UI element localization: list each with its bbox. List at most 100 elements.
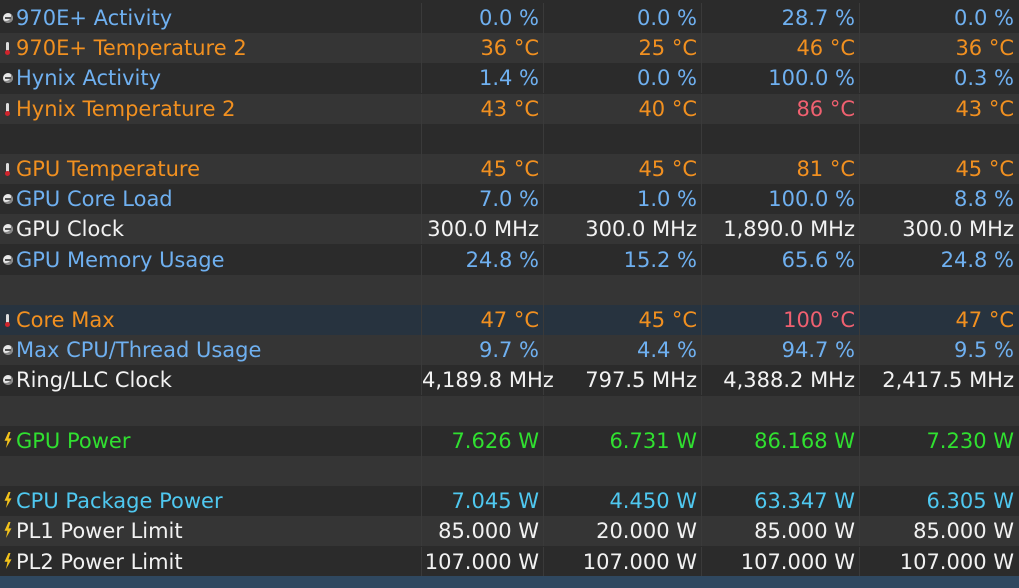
minimum-value bbox=[543, 275, 701, 305]
minimum-value bbox=[543, 124, 701, 154]
sensor-row[interactable]: 970E+ Temperature 2 36 °C 25 °C 46 °C 36 °C bbox=[0, 33, 1019, 63]
maximum-value: 1,890.0 MHz bbox=[701, 214, 859, 244]
maximum-value: 65.6 % bbox=[701, 245, 859, 275]
sensor-row[interactable]: GPU Core Load 7.0 % 1.0 % 100.0 % 8.8 % bbox=[0, 184, 1019, 214]
sensor-label: CPU Package Power bbox=[16, 489, 223, 513]
row-icon-cell bbox=[0, 214, 16, 244]
sensor-row[interactable]: PL2 Power Limit 107.000 W 107.000 W 107.000… bbox=[0, 547, 1019, 577]
current-value: 9.7 % bbox=[421, 335, 543, 365]
current-value: 43 °C bbox=[421, 94, 543, 124]
sensor-label: GPU Core Load bbox=[16, 187, 173, 211]
sensor-label: 970E+ Temperature 2 bbox=[16, 36, 247, 60]
row-icon-cell bbox=[0, 3, 16, 33]
maximum-value: 28.7 % bbox=[701, 3, 859, 33]
sensor-label: 970E+ Activity bbox=[16, 6, 173, 30]
sensor-label: Hynix Temperature 2 bbox=[16, 97, 236, 121]
maximum-value: 100.0 % bbox=[701, 184, 859, 214]
sensor-row[interactable]: CPU Package Power 7.045 W 4.450 W 63.347 W6… bbox=[0, 486, 1019, 516]
thermometer-icon bbox=[5, 42, 10, 55]
sensor-row[interactable]: GPU Temperature 45 °C 45 °C 81 °C 45 °C bbox=[0, 154, 1019, 184]
sensor-label: Ring/LLC Clock bbox=[16, 368, 172, 392]
minimum-value: 45 °C bbox=[543, 305, 701, 335]
minimum-value bbox=[543, 396, 701, 426]
current-value: 107.000 W bbox=[421, 547, 543, 577]
thermometer-icon bbox=[5, 314, 10, 327]
average-value: 47 °C bbox=[859, 305, 1018, 335]
average-value: 2,417.5 MHz bbox=[859, 365, 1018, 395]
average-value: 8.8 % bbox=[859, 184, 1018, 214]
average-value: 7.230 W bbox=[859, 426, 1018, 456]
sensor-row[interactable]: GPU Clock 300.0 MHz 300.0 MHz 1,890.0 MHz 30… bbox=[0, 214, 1019, 244]
row-icon-cell bbox=[0, 516, 16, 546]
usage-icon bbox=[3, 73, 13, 83]
sensor-row[interactable]: GPU Power 7.626 W 6.731 W 86.168 W 7.230 W bbox=[0, 426, 1019, 456]
minimum-value: 20.000 W bbox=[543, 516, 701, 546]
sensor-row[interactable]: 970E+ Activity 0.0 % 0.0 % 28.7 % 0.0 % bbox=[0, 3, 1019, 33]
minimum-value: 0.0 % bbox=[543, 63, 701, 93]
current-value: 36 °C bbox=[421, 33, 543, 63]
usage-icon bbox=[3, 255, 13, 265]
sensor-row[interactable]: GPU Memory Usage 24.8 % 15.2 % 65.6 % 24.8 % bbox=[0, 245, 1019, 275]
minimum-value: 0.0 % bbox=[543, 3, 701, 33]
power-icon bbox=[4, 432, 12, 448]
current-value: 300.0 MHz bbox=[421, 214, 543, 244]
spacer-row bbox=[0, 456, 1019, 486]
row-icon-cell bbox=[0, 245, 16, 275]
sensor-label: Hynix Activity bbox=[16, 66, 162, 90]
current-value: 7.0 % bbox=[421, 184, 543, 214]
minimum-value: 45 °C bbox=[543, 154, 701, 184]
maximum-value: 86.168 W bbox=[701, 426, 859, 456]
maximum-value: 100 °C bbox=[701, 305, 859, 335]
thermometer-icon bbox=[5, 163, 10, 176]
average-value: 0.0 % bbox=[859, 3, 1018, 33]
thermometer-icon bbox=[5, 103, 10, 116]
current-value: 85.000 W bbox=[421, 516, 543, 546]
average-value: 300.0 MHz bbox=[859, 214, 1018, 244]
sensor-row[interactable]: Max CPU/Thread Usage 9.7 % 4.4 % 94.7 % 9.5 … bbox=[0, 335, 1019, 365]
row-icon-cell bbox=[0, 396, 16, 426]
average-value: 24.8 % bbox=[859, 245, 1018, 275]
sensor-label: Core Max bbox=[16, 308, 115, 332]
current-value: 1.4 % bbox=[421, 63, 543, 93]
power-icon bbox=[4, 553, 12, 569]
maximum-value: 46 °C bbox=[701, 33, 859, 63]
sensor-row[interactable]: Hynix Temperature 2 43 °C 40 °C 86 °C 43 °C bbox=[0, 94, 1019, 124]
power-icon bbox=[4, 492, 12, 508]
row-icon-cell bbox=[0, 547, 16, 577]
sensor-row[interactable]: PL1 Power Limit 85.000 W 20.000 W 85.000 W8… bbox=[0, 516, 1019, 546]
current-value: 45 °C bbox=[421, 154, 543, 184]
row-icon-cell bbox=[0, 335, 16, 365]
row-icon-cell bbox=[0, 184, 16, 214]
average-value: 0.3 % bbox=[859, 63, 1018, 93]
average-value bbox=[859, 124, 1018, 154]
sensor-row[interactable]: Core Max 47 °C 45 °C 100 °C 47 °C bbox=[0, 305, 1019, 335]
power-icon bbox=[4, 522, 12, 538]
row-icon-cell bbox=[0, 305, 16, 335]
minimum-value: 15.2 % bbox=[543, 245, 701, 275]
clock-icon bbox=[3, 224, 13, 234]
maximum-value bbox=[701, 275, 859, 305]
minimum-value bbox=[543, 456, 701, 486]
row-icon-cell bbox=[0, 365, 16, 395]
horizontal-scrollbar[interactable] bbox=[0, 576, 1019, 588]
average-value: 107.000 W bbox=[859, 547, 1018, 577]
average-value: 85.000 W bbox=[859, 516, 1018, 546]
sensor-label: GPU Memory Usage bbox=[16, 248, 225, 272]
spacer-row bbox=[0, 275, 1019, 305]
sensor-row[interactable]: Hynix Activity 1.4 % 0.0 % 100.0 % 0.3 % bbox=[0, 63, 1019, 93]
row-icon-cell bbox=[0, 426, 16, 456]
row-icon-cell bbox=[0, 154, 16, 184]
usage-icon bbox=[3, 13, 13, 23]
maximum-value: 4,388.2 MHz bbox=[701, 365, 859, 395]
row-icon-cell bbox=[0, 275, 16, 305]
sensor-label: PL2 Power Limit bbox=[16, 550, 183, 574]
usage-icon bbox=[3, 345, 13, 355]
current-value: 47 °C bbox=[421, 305, 543, 335]
maximum-value: 86 °C bbox=[701, 94, 859, 124]
minimum-value: 25 °C bbox=[543, 33, 701, 63]
sensor-row[interactable]: Ring/LLC Clock 4,189.8 MHz 797.5 MHz 4,388.… bbox=[0, 365, 1019, 395]
minimum-value: 6.731 W bbox=[543, 426, 701, 456]
maximum-value bbox=[701, 456, 859, 486]
row-icon-cell bbox=[0, 456, 16, 486]
row-icon-cell bbox=[0, 94, 16, 124]
